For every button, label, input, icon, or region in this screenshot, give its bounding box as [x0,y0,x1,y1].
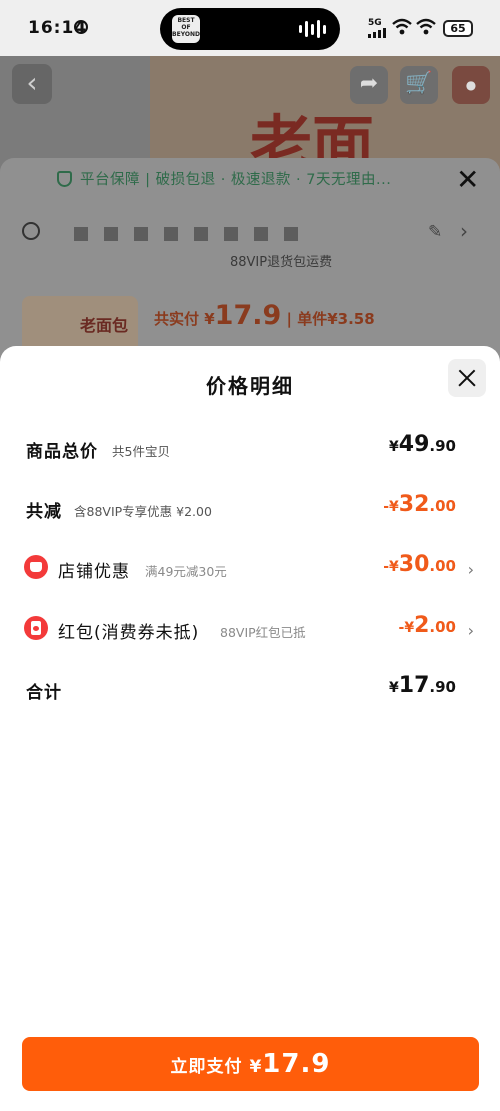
row-note: 共5件宝贝 [112,444,170,459]
back-button[interactable]: ‹ [12,64,52,104]
amount-cents: .00 [429,497,456,515]
currency: -¥ [383,499,399,515]
currency: ¥ [389,439,399,455]
currency: -¥ [383,559,399,575]
amount-int: 32 [398,492,430,517]
pay-summary-amount: 17.9 [214,300,282,331]
pay-now-button[interactable]: 立即支付 ¥17.9 [22,1037,479,1091]
amount-int: 49 [398,432,430,457]
pay-button-amount: 17.9 [262,1049,331,1079]
amount-cents: .90 [429,437,456,455]
more-icon[interactable]: ● [452,66,490,104]
thumbnail-text: 老面包 [80,316,129,335]
currency: ¥ [389,680,399,696]
row-amount: -¥30.00 [383,552,456,577]
currency: -¥ [398,620,415,636]
amount-cents: .90 [429,678,456,696]
chevron-right-icon: › [467,560,474,579]
row-label: 合计 [26,683,62,703]
red-packet-icon [24,616,48,640]
network-type: 5G [368,18,382,28]
row-amount: ¥17.90 [389,673,456,698]
shop-icon [24,555,48,579]
wifi-icon [416,18,436,35]
pay-button-currency: ¥ [249,1057,263,1077]
sheet-title: 价格明细 [206,374,294,398]
row-label: 共减 [26,502,62,522]
location-icon [22,222,40,240]
edit-icon: ✎ [428,222,443,242]
amount-cents: .00 [429,618,456,636]
row-grand-total: 合计 ¥17.90 [0,667,500,711]
battery-icon: 65 [443,20,473,37]
amount-cents: .00 [429,557,456,575]
row-total-goods: 商品总价 共5件宝贝 ¥49.90 [0,426,500,470]
row-shop-discount[interactable]: 店铺优惠 满49元减30元 -¥30.00 › [0,546,500,590]
chevron-right-icon: › [467,621,474,640]
guarantee-text: 平台保障 | 破损包退 · 极速退款 · 7天无理由... [80,172,392,188]
row-red-packet[interactable]: 红包(消费券未抵) 88VIP红包已抵 -¥2.00 › [0,607,500,651]
row-note: 88VIP红包已抵 [220,625,306,640]
amount-int: 2 [414,613,430,638]
pay-button-label: 立即支付 [170,1057,243,1077]
signal-icon [368,28,386,38]
price-detail-sheet: 价格明细 商品总价 共5件宝贝 ¥49.90 共减 含88VIP专享优惠 ¥2.… [0,346,500,1111]
pay-summary: 共实付 ¥17.9 | 单件¥3.58 [154,300,375,331]
music-thumbnail: BEST OF BEYOND [172,15,200,43]
row-label: 店铺优惠 [58,562,130,582]
unit-price: | 单件¥3.58 [281,310,375,328]
cart-icon[interactable]: 🛒 [400,66,438,104]
row-label: 商品总价 [26,442,98,462]
close-icon: ✕ [456,163,480,196]
row-label: 红包(消费券未抵) [58,623,200,643]
shield-icon [57,171,72,187]
row-amount: -¥32.00 [383,492,456,517]
wifi-icon [392,18,412,35]
audio-wave-icon [299,20,326,38]
amount-int: 30 [398,552,430,577]
share-icon[interactable]: ➦ [350,66,388,104]
row-note: 满49元减30元 [145,564,227,579]
row-note: 含88VIP专享优惠 ¥2.00 [74,504,212,519]
address-redacted [74,227,298,241]
activity-icon [74,20,88,34]
amount-int: 17 [398,673,430,698]
row-total-discount: 共减 含88VIP专享优惠 ¥2.00 -¥32.00 [0,486,500,530]
row-amount: -¥2.00 [399,613,456,638]
close-button[interactable] [448,359,486,397]
status-bar: 16:14 BEST OF BEYOND 5G 65 [0,0,500,56]
pay-summary-prefix: 共实付 ¥ [154,310,215,328]
row-amount: ¥49.90 [389,432,456,457]
dynamic-island[interactable]: BEST OF BEYOND [160,8,340,50]
chevron-right-icon: › [460,219,468,243]
shipping-info: 88VIP退货包运费 [230,255,333,270]
